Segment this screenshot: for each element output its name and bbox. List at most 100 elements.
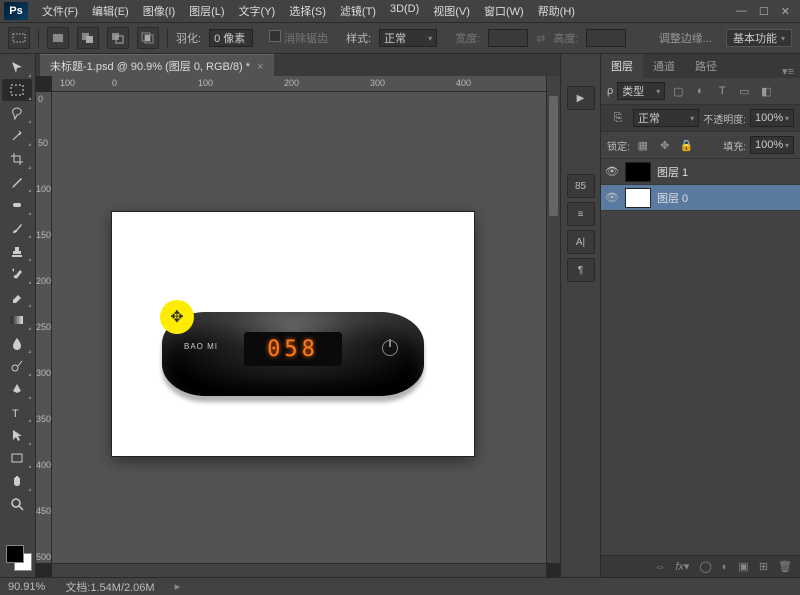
blur-tool[interactable] (2, 332, 32, 354)
collapsed-panels: ▶ 85 ≡ A| ¶ (560, 54, 600, 577)
device-image: BAO MI 058 (162, 312, 424, 396)
selection-new-icon[interactable] (47, 27, 69, 49)
tab-layers[interactable]: 图层 (601, 54, 643, 78)
visibility-icon[interactable]: 👁 (605, 191, 619, 204)
close-button[interactable]: ✕ (781, 5, 790, 18)
horizontal-scrollbar[interactable] (52, 563, 546, 577)
vertical-scrollbar[interactable] (546, 76, 560, 563)
doc-info[interactable]: 文档:1.54M/2.06M (65, 579, 154, 595)
crop-tool[interactable] (2, 148, 32, 170)
tool-preset-icon[interactable] (8, 27, 30, 49)
feather-input[interactable] (209, 29, 253, 47)
device-display: 058 (244, 332, 342, 366)
style-dropdown[interactable]: 正常 (379, 29, 437, 47)
canvas-viewport[interactable]: BAO MI 058 ✥ (52, 92, 546, 563)
lock-pixels-icon[interactable]: ▦ (634, 136, 652, 154)
width-input (488, 29, 528, 47)
tab-close-icon[interactable]: × (257, 61, 263, 73)
gradient-tool[interactable] (2, 309, 32, 331)
wand-tool[interactable] (2, 125, 32, 147)
filter-type-icon[interactable]: T (713, 82, 731, 100)
blend-mode-dropdown[interactable]: 正常 (633, 109, 699, 127)
layer-name[interactable]: 图层 1 (657, 164, 688, 180)
visibility-icon[interactable]: 👁 (605, 165, 619, 178)
delete-icon[interactable]: 🗑 (778, 560, 792, 573)
menu-file[interactable]: 文件(F) (36, 1, 84, 21)
height-input (586, 29, 626, 47)
menu-view[interactable]: 视图(V) (427, 1, 476, 21)
heal-tool[interactable] (2, 194, 32, 216)
new-layer-icon[interactable]: ⊞ (759, 560, 768, 573)
selection-intersect-icon[interactable] (137, 27, 159, 49)
fx-icon[interactable]: fx▾ (675, 560, 689, 573)
layer-row[interactable]: 👁 图层 1 (601, 159, 800, 185)
brush-tool[interactable] (2, 217, 32, 239)
menu-3d[interactable]: 3D(D) (384, 1, 425, 21)
adjustment-icon[interactable]: ◐ (722, 561, 729, 573)
history-brush-tool[interactable] (2, 263, 32, 285)
menu-help[interactable]: 帮助(H) (532, 1, 581, 21)
swatches-panel-icon[interactable]: ≡ (567, 202, 595, 226)
tab-paths[interactable]: 路径 (685, 54, 727, 78)
dodge-tool[interactable] (2, 355, 32, 377)
pen-tool[interactable] (2, 378, 32, 400)
status-bar: 90.91% 文档:1.54M/2.06M ▸ (0, 577, 800, 595)
mask-icon[interactable]: ◯ (699, 560, 711, 573)
selection-subtract-icon[interactable] (107, 27, 129, 49)
document-tab[interactable]: 未标题-1.psd @ 90.9% (图层 0, RGB/8) * × (40, 54, 274, 77)
eyedropper-tool[interactable] (2, 171, 32, 193)
menu-window[interactable]: 窗口(W) (478, 1, 530, 21)
lasso-tool[interactable] (2, 102, 32, 124)
hand-tool[interactable] (2, 470, 32, 492)
layer-thumbnail[interactable] (625, 162, 651, 182)
filter-pixel-icon[interactable]: ▢ (669, 82, 687, 100)
menu-image[interactable]: 图像(I) (137, 1, 181, 21)
filter-adjust-icon[interactable]: ◐ (691, 82, 709, 100)
char-panel-icon[interactable]: A| (567, 230, 595, 254)
filter-shape-icon[interactable]: ▭ (735, 82, 753, 100)
layer-name[interactable]: 图层 0 (657, 190, 688, 206)
width-label: 宽度: (455, 30, 480, 46)
tab-channels[interactable]: 通道 (643, 54, 685, 78)
opacity-input[interactable]: 100% (750, 109, 794, 127)
lock-label: 锁定: (607, 138, 630, 153)
minimize-button[interactable]: — (736, 5, 747, 18)
layer-row[interactable]: 👁 图层 0 (601, 185, 800, 211)
layer-filter-dropdown[interactable]: 类型 (617, 82, 665, 100)
workspace-dropdown[interactable]: 基本功能 (726, 29, 792, 47)
menu-select[interactable]: 选择(S) (283, 1, 332, 21)
color-swatch[interactable] (2, 541, 33, 575)
maximize-button[interactable]: ☐ (759, 5, 769, 18)
stamp-tool[interactable] (2, 240, 32, 262)
filter-smart-icon[interactable]: ◧ (757, 82, 775, 100)
shape-tool[interactable] (2, 447, 32, 469)
app-logo: Ps (4, 2, 28, 20)
menu-filter[interactable]: 滤镜(T) (334, 1, 382, 21)
link-layers-icon[interactable]: ⇔ (654, 561, 665, 573)
path-select-tool[interactable] (2, 424, 32, 446)
group-icon[interactable]: ▣ (738, 560, 748, 573)
lock-all-icon[interactable]: 🔒 (678, 136, 696, 154)
canvas[interactable]: BAO MI 058 (112, 212, 474, 456)
foreground-color[interactable] (6, 545, 24, 563)
fill-input[interactable]: 100% (750, 136, 794, 154)
marquee-tool[interactable] (2, 79, 32, 101)
eraser-tool[interactable] (2, 286, 32, 308)
layer-thumbnail[interactable] (625, 188, 651, 208)
menu-edit[interactable]: 编辑(E) (86, 1, 135, 21)
color-panel-icon[interactable]: 85 (567, 174, 595, 198)
para-panel-icon[interactable]: ¶ (567, 258, 595, 282)
type-tool[interactable]: T (2, 401, 32, 423)
menu-layer[interactable]: 图层(L) (183, 1, 230, 21)
device-brand: BAO MI (184, 342, 218, 351)
menu-type[interactable]: 文字(Y) (233, 1, 282, 21)
link-icon[interactable]: ⎘ (607, 112, 629, 125)
lock-position-icon[interactable]: ✥ (656, 136, 674, 154)
selection-add-icon[interactable] (77, 27, 99, 49)
zoom-tool[interactable] (2, 493, 32, 515)
refine-edge-button[interactable]: 调整边缘... (659, 30, 712, 46)
zoom-level[interactable]: 90.91% (8, 581, 45, 593)
history-panel-icon[interactable]: ▶ (567, 86, 595, 110)
panel-menu-icon[interactable]: ▾≡ (776, 65, 800, 78)
move-tool[interactable] (2, 56, 32, 78)
